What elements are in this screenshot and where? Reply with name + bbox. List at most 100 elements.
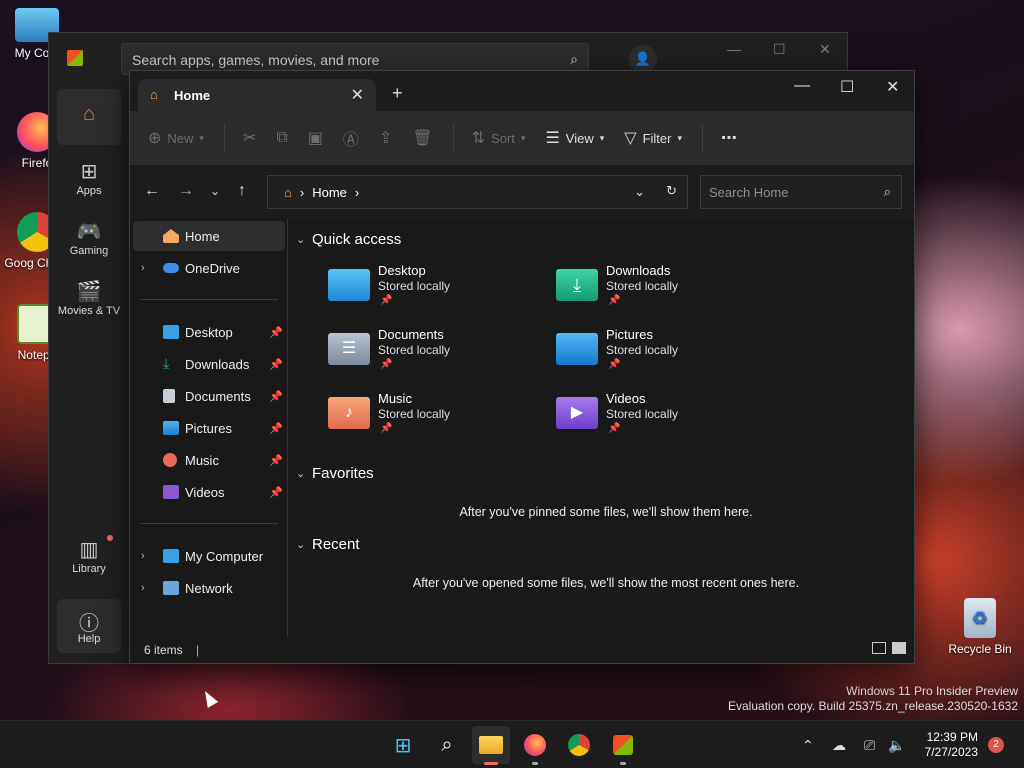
minimize-icon[interactable]: — [794,77,810,95]
pin-icon[interactable]: 📌 [269,454,283,467]
search-button[interactable]: ⌕ [433,731,461,759]
more-options-button[interactable]: ⋯ [721,128,737,148]
folder-icon [479,736,503,754]
address-bar[interactable]: ⌂ › Home › ⌄ ↻ [267,175,688,209]
forward-button[interactable]: → [178,182,194,200]
quick-access-item[interactable]: ☰ Documents Stored locally 📌 [328,327,548,383]
share-button[interactable]: ⇪ [379,128,392,148]
chevron-right-icon[interactable]: › [141,582,145,594]
windows-watermark: Windows 11 Pro Insider Preview Evaluatio… [728,684,1018,713]
user-account-icon[interactable]: 👤 [629,45,657,73]
sort-button[interactable]: ⇅ Sort ▾ [472,128,526,148]
chevron-right-icon[interactable]: › [141,262,145,274]
nav-item-home[interactable]: Home [133,221,285,251]
view-button[interactable]: ☰ View ▾ [545,128,604,148]
store-nav-movies[interactable]: 🎬 Movies & TV [57,271,121,325]
breadcrumb-separator-icon: › [299,185,305,200]
paste-icon: ▣ [307,130,323,147]
quick-access-item[interactable]: ▶ Videos Stored locally 📌 [556,391,776,447]
maximize-icon[interactable]: ☐ [840,77,854,97]
taskbar-firefox[interactable] [521,731,549,759]
tiles-view-icon[interactable] [892,642,906,654]
volume-icon[interactable]: 🔈 [888,737,905,754]
section-favorites[interactable]: ⌄ Favorites [296,465,374,482]
nav-item-music[interactable]: Music 📌 [133,445,285,475]
quick-access-item[interactable]: Pictures Stored locally 📌 [556,327,776,383]
maximize-icon[interactable]: ☐ [773,41,786,58]
store-nav-home[interactable]: ⌂ [57,89,121,145]
cloud-offline-icon[interactable]: ☁ [832,737,846,754]
paste-button[interactable]: ▣ [308,128,323,148]
desktop-icon-recycle-bin[interactable]: ♻ Recycle Bin [940,598,1020,656]
notification-badge[interactable]: 2 [988,737,1004,753]
close-icon[interactable]: ✕ [886,77,899,97]
pin-icon[interactable]: 📌 [269,326,283,339]
new-tab-button[interactable]: + [392,83,403,104]
copy-button[interactable]: ⧉ [276,129,287,147]
taskbar-chrome[interactable] [565,731,593,759]
new-button[interactable]: ⊕ New ▾ [148,128,204,148]
search-icon: ⌕ [441,733,453,756]
quick-access-item[interactable]: Desktop Stored locally 📌 [328,263,548,319]
clock[interactable]: 12:39 PM 7/27/2023 [925,730,978,760]
search-icon[interactable]: ⌕ [570,51,578,68]
favorites-empty-message: After you've pinned some files, we'll sh… [459,505,753,519]
taskbar: ⊞ ⌕ ⌃ ☁ ⎚ 🔈 12:39 PM 7/27/2023 2 [0,720,1024,768]
quick-access-item[interactable]: ♪ Music Stored locally 📌 [328,391,548,447]
refresh-icon[interactable]: ↻ [666,183,677,199]
home-icon: ⌂ [150,87,158,102]
more-icon: ⋯ [721,130,737,147]
chevron-right-icon[interactable]: › [141,550,145,562]
rename-button[interactable]: Ⓐ [343,126,359,150]
store-nav-gaming[interactable]: 🎮 Gaming [57,211,121,265]
taskbar-file-explorer[interactable] [472,726,510,764]
scissors-icon: ✂ [242,130,257,147]
nav-item-desktop[interactable]: Desktop 📌 [133,317,285,347]
chevron-down-icon: ▾ [677,132,682,143]
chevron-up-icon[interactable]: ⌃ [802,737,814,754]
cut-button[interactable]: ✂ [243,128,256,148]
pin-icon[interactable]: 📌 [269,422,283,435]
pin-icon: 📌 [380,295,393,306]
tab-home[interactable]: ⌂ Home ✕ [138,79,376,111]
videos-folder-icon: ▶ [556,397,598,429]
details-view-icon[interactable] [872,642,886,654]
library-icon: ▥ [79,539,99,561]
close-icon[interactable]: ✕ [819,41,831,58]
start-button[interactable]: ⊞ [389,731,417,759]
pictures-icon [163,421,179,435]
pin-icon[interactable]: 📌 [269,358,283,371]
nav-item-pictures[interactable]: Pictures 📌 [133,413,285,443]
network-icon[interactable]: ⎚ [864,737,875,754]
tab-close-icon[interactable]: ✕ [351,85,364,105]
store-nav-library[interactable]: ▥ Library [57,529,121,583]
store-nav-help[interactable]: ⓘ Help [57,599,121,653]
back-button[interactable]: ← [144,182,160,200]
home-icon: ⌂ [82,103,96,125]
search-input[interactable]: Search Home ⌕ [700,175,902,209]
help-icon: ⓘ [79,613,99,635]
pin-icon[interactable]: 📌 [269,486,283,499]
nav-item-network[interactable]: › Network [133,573,285,603]
divider [140,523,278,524]
pin-icon[interactable]: 📌 [269,390,283,403]
nav-item-documents[interactable]: Documents 📌 [133,381,285,411]
quick-access-item[interactable]: ⤓ Downloads Stored locally 📌 [556,263,776,319]
nav-item-my-computer[interactable]: › My Computer [133,541,285,571]
share-icon: ⇪ [378,130,393,147]
up-button[interactable]: ↑ [238,182,246,200]
minimize-icon[interactable]: — [727,41,741,57]
store-sidebar: ⌂ ⊞ Apps 🎮 Gaming 🎬 Movies & TV ▥ Librar… [49,81,129,663]
breadcrumb-home[interactable]: Home [312,185,347,200]
chevron-down-icon[interactable]: ⌄ [634,184,645,200]
store-nav-apps[interactable]: ⊞ Apps [57,151,121,205]
nav-item-downloads[interactable]: ⤓ Downloads 📌 [133,349,285,379]
recent-locations-button[interactable]: ⌄ [210,184,220,198]
nav-item-videos[interactable]: Videos 📌 [133,477,285,507]
filter-button[interactable]: ▽ Filter ▾ [624,128,682,148]
nav-item-onedrive[interactable]: › OneDrive [133,253,285,283]
delete-button[interactable]: 🗑 [412,128,432,148]
taskbar-store[interactable] [609,731,637,759]
section-recent[interactable]: ⌄ Recent [296,536,360,553]
section-quick-access[interactable]: ⌄ Quick access [296,231,401,248]
